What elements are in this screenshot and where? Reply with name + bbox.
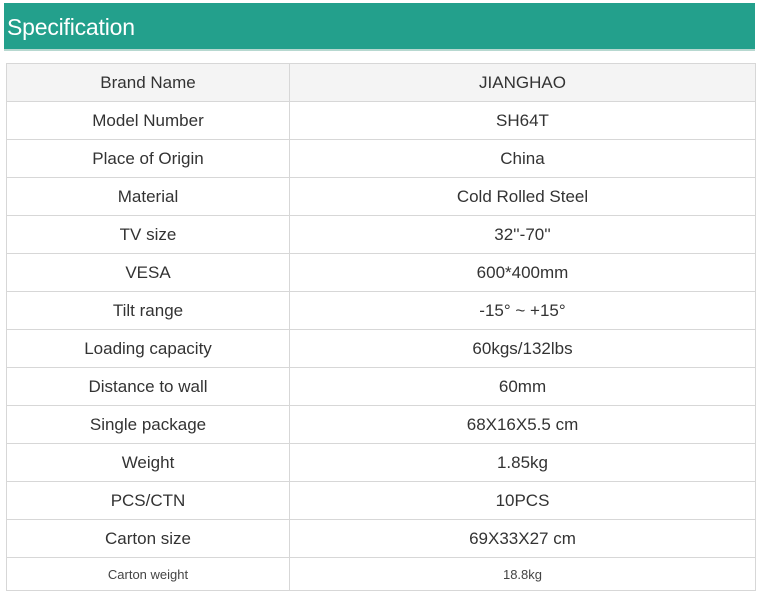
row-label: Place of Origin bbox=[6, 139, 290, 178]
row-label: Carton weight bbox=[6, 557, 290, 591]
row-value: 60kgs/132lbs bbox=[289, 329, 756, 368]
row-label: Tilt range bbox=[6, 291, 290, 330]
table-row: Loading capacity 60kgs/132lbs bbox=[6, 329, 756, 368]
table-row: Carton weight 18.8kg bbox=[6, 557, 756, 591]
table-row: Material Cold Rolled Steel bbox=[6, 177, 756, 216]
row-value: JIANGHAO bbox=[289, 63, 756, 102]
specification-header: Specification bbox=[4, 3, 755, 51]
row-value: 60mm bbox=[289, 367, 756, 406]
row-label: VESA bbox=[6, 253, 290, 292]
row-value: 68X16X5.5 cm bbox=[289, 405, 756, 444]
row-label: Brand Name bbox=[6, 63, 290, 102]
row-label: Carton size bbox=[6, 519, 290, 558]
row-label: Loading capacity bbox=[6, 329, 290, 368]
row-value: -15° ~ +15° bbox=[289, 291, 756, 330]
table-row: Tilt range -15° ~ +15° bbox=[6, 291, 756, 330]
row-label: Single package bbox=[6, 405, 290, 444]
row-label: Model Number bbox=[6, 101, 290, 140]
specification-table: Brand Name JIANGHAO Model Number SH64T P… bbox=[6, 63, 756, 591]
row-value: SH64T bbox=[289, 101, 756, 140]
table-row: Weight 1.85kg bbox=[6, 443, 756, 482]
table-row: Single package 68X16X5.5 cm bbox=[6, 405, 756, 444]
table-row: Distance to wall 60mm bbox=[6, 367, 756, 406]
row-label: Material bbox=[6, 177, 290, 216]
row-value: China bbox=[289, 139, 756, 178]
row-value: 1.85kg bbox=[289, 443, 756, 482]
row-value: 18.8kg bbox=[289, 557, 756, 591]
row-value: 600*400mm bbox=[289, 253, 756, 292]
row-label: Weight bbox=[6, 443, 290, 482]
row-label: TV size bbox=[6, 215, 290, 254]
row-label: PCS/CTN bbox=[6, 481, 290, 520]
table-row: PCS/CTN 10PCS bbox=[6, 481, 756, 520]
table-row: TV size 32''-70'' bbox=[6, 215, 756, 254]
row-value: 10PCS bbox=[289, 481, 756, 520]
table-row: VESA 600*400mm bbox=[6, 253, 756, 292]
row-label: Distance to wall bbox=[6, 367, 290, 406]
table-row: Model Number SH64T bbox=[6, 101, 756, 140]
row-value: 32''-70'' bbox=[289, 215, 756, 254]
row-value: 69X33X27 cm bbox=[289, 519, 756, 558]
table-row: Brand Name JIANGHAO bbox=[6, 63, 756, 102]
row-value: Cold Rolled Steel bbox=[289, 177, 756, 216]
section-title: Specification bbox=[7, 14, 135, 40]
table-row: Carton size 69X33X27 cm bbox=[6, 519, 756, 558]
table-row: Place of Origin China bbox=[6, 139, 756, 178]
